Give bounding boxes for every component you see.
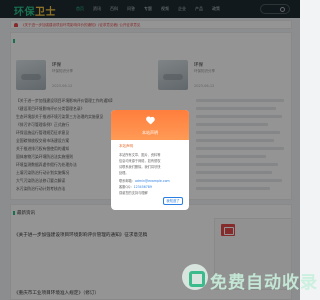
modal-text-line: 本站所有文章、图片、资料等: [119, 153, 161, 157]
modal-email-row: 联系邮箱：admin@example.com: [119, 178, 170, 183]
modal-subtitle: 本站声明: [119, 144, 133, 148]
modal-qq-row: 客服QQ：123456789: [119, 184, 152, 189]
watermark: 免费自动收录: [180, 260, 317, 300]
modal-text-line: 处理。: [119, 171, 129, 175]
modal-email-label: 联系邮箱：: [119, 179, 135, 183]
modal-email-link[interactable]: admin@example.com: [135, 179, 170, 183]
modal-text-line: 感谢您的支持与理解: [119, 191, 148, 195]
modal-header: 本站声明: [111, 110, 189, 140]
modal-confirm-button[interactable]: 我知道了: [163, 197, 183, 205]
modal-qq-link[interactable]: 123456789: [134, 185, 152, 189]
modal-text-line: 信息均来源于网络，如有侵权: [119, 159, 161, 163]
modal-qq-label: 客服QQ：: [119, 185, 134, 189]
heart-icon: [146, 117, 154, 124]
watermark-text: 免费自动收录: [210, 273, 318, 293]
notice-modal: 本站声明 本站声明 本站所有文章、图片、资料等 信息均来源于网络，如有侵权 请联…: [111, 110, 189, 210]
watermark-icon: [182, 264, 208, 290]
modal-text-line: 请联系我们删除，我们将尽快: [119, 165, 161, 169]
modal-header-title: 本站声明: [142, 130, 158, 135]
